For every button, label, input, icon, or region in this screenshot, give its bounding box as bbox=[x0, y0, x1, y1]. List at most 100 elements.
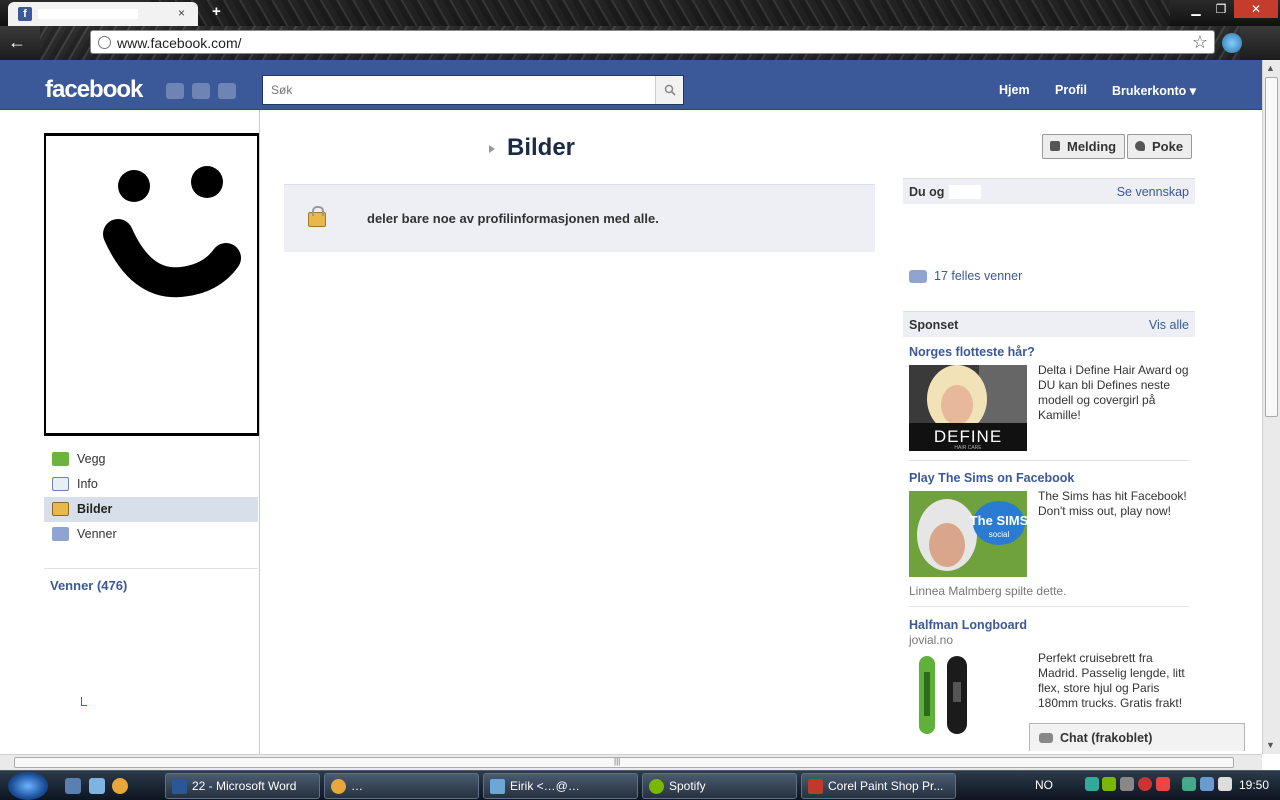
clock[interactable]: 19:50 bbox=[1239, 778, 1269, 792]
facebook-logo[interactable]: facebook bbox=[45, 76, 143, 104]
messenger-icon bbox=[490, 779, 505, 794]
sidebar-item-label: Info bbox=[77, 477, 98, 491]
poke-button[interactable]: Poke bbox=[1127, 134, 1193, 159]
sidebar-item-label: Vegg bbox=[77, 452, 106, 466]
privacy-notice: deler bare noe av profilinformasjonen me… bbox=[284, 184, 875, 252]
corel-icon bbox=[808, 779, 823, 794]
language-indicator[interactable]: NO bbox=[1035, 778, 1053, 792]
nav-home-link[interactable]: Hjem bbox=[999, 83, 1030, 97]
sims-logo-text: The SIMS bbox=[970, 513, 1027, 528]
ad-body: The Sims has hit Facebook! Don't miss ou… bbox=[1038, 489, 1187, 518]
quicklaunch-icon[interactable] bbox=[89, 778, 105, 794]
friends-icon bbox=[52, 527, 69, 541]
search-button[interactable] bbox=[655, 76, 683, 104]
sidebar-item-photos[interactable]: Bilder bbox=[44, 497, 258, 522]
profile-picture[interactable] bbox=[44, 133, 260, 436]
new-tab-button[interactable]: + bbox=[212, 3, 221, 20]
tray-icon[interactable] bbox=[1156, 777, 1170, 791]
back-arrow-icon[interactable]: ← bbox=[8, 33, 26, 51]
broken-image-icon bbox=[81, 697, 87, 706]
ad-separator bbox=[909, 460, 1189, 461]
longboard-ad-image bbox=[909, 652, 1027, 738]
mutual-friends-link[interactable]: 17 felles venner bbox=[909, 269, 1022, 283]
ad-image-sims[interactable]: The SIMS social bbox=[909, 491, 1027, 577]
poke-icon bbox=[1135, 141, 1145, 151]
sims-logo-sub: social bbox=[989, 530, 1010, 539]
message-icon bbox=[1050, 141, 1060, 151]
search-input[interactable] bbox=[267, 80, 652, 100]
network-icon[interactable] bbox=[1200, 777, 1214, 791]
taskbar-item[interactable]: Spotify bbox=[642, 773, 797, 799]
chrome-icon bbox=[331, 779, 346, 794]
ad-body: Delta i Define Hair Award og DU kan bli … bbox=[1038, 363, 1189, 422]
spotify-tray-icon[interactable] bbox=[1102, 777, 1116, 791]
close-window-button[interactable]: ✕ bbox=[1234, 0, 1278, 18]
breadcrumb-arrow-icon bbox=[489, 145, 495, 153]
ad-image-longboard[interactable] bbox=[909, 652, 1027, 738]
spotify-icon bbox=[649, 779, 664, 794]
see-all-ads-link[interactable]: Vis alle bbox=[1149, 318, 1189, 332]
scrollbar-thumb[interactable] bbox=[14, 757, 1234, 768]
info-icon bbox=[52, 477, 69, 491]
sidebar-item-friends[interactable]: Venner bbox=[44, 522, 258, 547]
ad-title[interactable]: Play The Sims on Facebook bbox=[909, 471, 1074, 485]
taskbar-item[interactable]: Eirik <…@… bbox=[483, 773, 638, 799]
friends-count-link[interactable]: Venner (476) bbox=[50, 578, 127, 593]
volume-icon[interactable] bbox=[1218, 777, 1232, 791]
notifications-icon[interactable] bbox=[218, 83, 236, 99]
define-logo-text: DEFINE bbox=[934, 427, 1002, 446]
photos-icon bbox=[52, 502, 69, 516]
page-title: Bilder bbox=[507, 134, 576, 161]
search-icon bbox=[664, 84, 676, 96]
mutual-box-header: Du og Se vennskap bbox=[903, 178, 1195, 204]
tab-close-icon[interactable]: × bbox=[178, 6, 185, 20]
lock-icon bbox=[308, 206, 326, 227]
horizontal-scrollbar[interactable]: ||| bbox=[0, 754, 1262, 770]
privacy-message: deler bare noe av profilinformasjonen me… bbox=[367, 211, 659, 226]
scroll-up-icon[interactable]: ▲ bbox=[1266, 63, 1275, 73]
browser-tab[interactable]: f × bbox=[8, 2, 198, 26]
ad-social-context: Linnea Malmberg spilte dette. bbox=[909, 584, 1067, 598]
friend-requests-icon[interactable] bbox=[166, 83, 184, 99]
message-button[interactable]: Melding bbox=[1042, 134, 1126, 159]
browser-toolbar: ← www.facebook.com/ ☆ bbox=[0, 26, 1280, 60]
url-text[interactable]: www.facebook.com/ bbox=[117, 35, 242, 51]
taskbar-item-label: 22 - Microsoft Word bbox=[192, 779, 297, 793]
opera-tray-icon[interactable] bbox=[1138, 777, 1152, 791]
ad-title[interactable]: Norges flotteste hår? bbox=[909, 345, 1035, 359]
see-friendship-link[interactable]: Se vennskap bbox=[1117, 185, 1189, 199]
vertical-scrollbar[interactable]: ▲ ▼ bbox=[1262, 60, 1280, 754]
chat-bar[interactable]: Chat (frakoblet) bbox=[1029, 723, 1245, 751]
taskbar-item[interactable]: 22 - Microsoft Word bbox=[165, 773, 320, 799]
name-redacted bbox=[949, 185, 981, 199]
sidebar-item-info[interactable]: Info bbox=[44, 472, 258, 497]
address-bar[interactable]: www.facebook.com/ ☆ bbox=[90, 30, 1215, 54]
nav-account-menu[interactable]: Brukerkonto ▾ bbox=[1112, 83, 1196, 98]
scroll-grip-icon: ||| bbox=[614, 757, 621, 766]
mutual-friends-label: 17 felles venner bbox=[934, 269, 1023, 283]
taskbar-item[interactable]: Corel Paint Shop Pr... bbox=[801, 773, 956, 799]
scrollbar-thumb[interactable] bbox=[1265, 77, 1278, 417]
tray-icon[interactable] bbox=[1120, 777, 1134, 791]
restore-button[interactable]: ❐ bbox=[1206, 0, 1236, 18]
extension-icon[interactable] bbox=[1222, 33, 1242, 53]
page-icon bbox=[98, 36, 111, 49]
tray-icon[interactable] bbox=[1085, 777, 1099, 791]
messages-icon[interactable] bbox=[192, 83, 210, 99]
sidebar-item-wall[interactable]: Vegg bbox=[44, 447, 258, 472]
chrome-icon[interactable] bbox=[112, 778, 128, 794]
theme-background bbox=[150, 0, 1170, 26]
ad-image-define[interactable]: DEFINE HAIR CARE bbox=[909, 365, 1027, 451]
facebook-favicon-icon: f bbox=[18, 7, 32, 21]
scroll-down-icon[interactable]: ▼ bbox=[1266, 740, 1275, 750]
ad-title[interactable]: Halfman Longboard bbox=[909, 618, 1027, 632]
taskbar-item[interactable]: … bbox=[324, 773, 479, 799]
start-button[interactable] bbox=[8, 772, 48, 800]
nav-profile-link[interactable]: Profil bbox=[1055, 83, 1087, 97]
tray-icon[interactable] bbox=[1182, 777, 1196, 791]
word-icon bbox=[172, 779, 187, 794]
show-desktop-icon[interactable] bbox=[65, 778, 81, 794]
bookmark-star-icon[interactable]: ☆ bbox=[1192, 32, 1208, 53]
taskbar-item-label: … bbox=[351, 779, 363, 793]
profile-side-nav: Vegg Info Bilder Venner bbox=[44, 447, 258, 547]
